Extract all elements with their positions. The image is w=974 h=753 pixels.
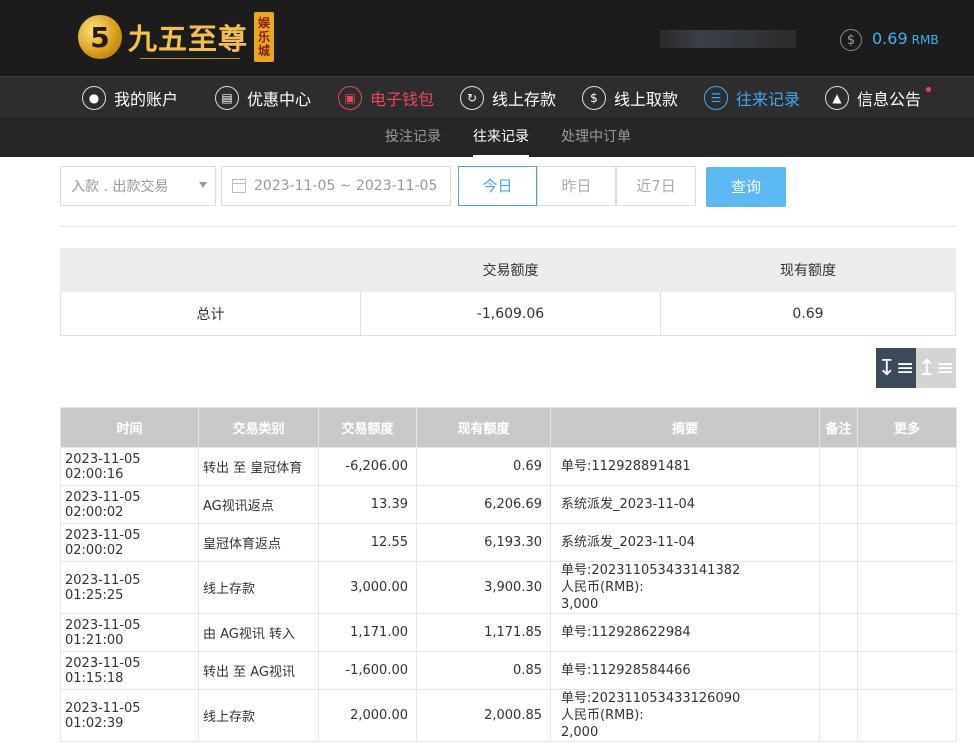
calendar-icon bbox=[232, 179, 246, 193]
summary-header-row: 交易额度 现有额度 bbox=[60, 248, 956, 292]
sort-descending-icon[interactable]: ↧≡ bbox=[876, 348, 916, 388]
deposit-icon: ↻ bbox=[460, 86, 484, 110]
table-row: 2023-11-05 01:02:39 线上存款 2,000.00 2,000.… bbox=[60, 689, 957, 742]
nav-records[interactable]: ☰ 往来记录 bbox=[704, 77, 800, 119]
transaction-type-select[interactable]: 入款 . 出款交易 bbox=[60, 166, 216, 206]
col-note[interactable]: 备注 bbox=[819, 407, 858, 448]
period-yesterday-button[interactable]: 昨日 bbox=[537, 166, 616, 206]
nav-deposit[interactable]: ↻ 线上存款 bbox=[460, 77, 556, 119]
notification-dot bbox=[926, 87, 932, 92]
logo-badge: 娱 乐 城 bbox=[254, 12, 275, 62]
sort-ascending-icon[interactable]: ↥≡ bbox=[916, 348, 956, 388]
table-row: 2023-11-05 01:25:25 线上存款 3,000.00 3,900.… bbox=[60, 561, 957, 614]
tab-bet-records[interactable]: 投注记录 bbox=[385, 118, 441, 157]
tab-pending-orders[interactable]: 处理中订单 bbox=[561, 118, 631, 157]
records-table: 时间 交易类别 交易额度 现有额度 摘要 备注 更多 2023-11-05 02… bbox=[60, 407, 957, 742]
dropdown-arrow-icon bbox=[199, 182, 207, 188]
col-memo[interactable]: 摘要 bbox=[550, 407, 820, 448]
logo-text: 九五至尊 bbox=[128, 22, 249, 56]
table-row: 2023-11-05 01:21:00 由 AG视讯 转入 1,171.00 1… bbox=[60, 613, 957, 652]
summary-total-row: 总计 -1,609.06 0.69 bbox=[60, 291, 956, 336]
top-header: 5 九五至尊 娱 乐 城 $ 0.69 RMB bbox=[0, 0, 974, 76]
user-icon: ● bbox=[82, 86, 106, 110]
sub-nav: 投注记录 往来记录 处理中订单 bbox=[0, 118, 974, 157]
col-amount[interactable]: 交易额度 bbox=[318, 407, 417, 448]
col-type[interactable]: 交易类别 bbox=[198, 407, 319, 448]
balance-display: 0.69 RMB bbox=[872, 29, 939, 48]
main-nav: ● 我的账户 ▤ 优惠中心 ▣ 电子钱包 ↻ 线上存款 $ 线上取款 ☰ 往来记录 ▲ 信息公… bbox=[0, 76, 974, 119]
col-time[interactable]: 时间 bbox=[60, 407, 199, 448]
site-logo[interactable]: 5 九五至尊 娱 乐 城 bbox=[78, 12, 275, 62]
table-row: 2023-11-05 02:00:02 皇冠体育返点 12.55 6,193.3… bbox=[60, 523, 957, 562]
table-row: 2023-11-05 01:15:18 转出 至 AG视讯 -1,600.00 … bbox=[60, 651, 957, 690]
date-range-input[interactable]: 2023-11-05 ~ 2023-11-05 bbox=[221, 166, 451, 206]
tab-transaction-records[interactable]: 往来记录 bbox=[473, 118, 529, 157]
wallet-icon: ▣ bbox=[338, 86, 362, 110]
masked-username bbox=[660, 30, 796, 48]
col-balance[interactable]: 现有额度 bbox=[416, 407, 551, 448]
withdraw-icon: $ bbox=[582, 86, 606, 110]
logo-ornament bbox=[140, 58, 240, 59]
summary-table: 交易额度 现有额度 总计 -1,609.06 0.69 bbox=[60, 248, 956, 336]
gift-icon: ▤ bbox=[215, 86, 239, 110]
nav-withdraw[interactable]: $ 线上取款 bbox=[582, 77, 678, 119]
nav-wallet[interactable]: ▣ 电子钱包 bbox=[338, 77, 434, 119]
period-today-button[interactable]: 今日 bbox=[458, 166, 537, 206]
coin-icon: $ bbox=[840, 29, 862, 51]
period-7days-button[interactable]: 近7日 bbox=[616, 166, 696, 206]
logo-emblem-icon: 5 bbox=[78, 15, 122, 59]
nav-promotions[interactable]: ▤ 优惠中心 bbox=[215, 77, 311, 119]
divider bbox=[60, 226, 956, 227]
table-row: 2023-11-05 02:00:16 转出 至 皇冠体育 -6,206.00 … bbox=[60, 447, 957, 486]
table-row: 2023-11-05 02:00:02 AG视讯返点 13.39 6,206.6… bbox=[60, 485, 957, 524]
query-button[interactable]: 查询 bbox=[706, 167, 786, 207]
records-header-row: 时间 交易类别 交易额度 现有额度 摘要 备注 更多 bbox=[60, 407, 957, 448]
records-icon: ☰ bbox=[704, 86, 728, 110]
col-more[interactable]: 更多 bbox=[857, 407, 957, 448]
nav-my-account[interactable]: ● 我的账户 bbox=[82, 77, 178, 119]
nav-announcements[interactable]: ▲ 信息公告 bbox=[825, 77, 932, 119]
bell-icon: ▲ bbox=[825, 86, 849, 110]
